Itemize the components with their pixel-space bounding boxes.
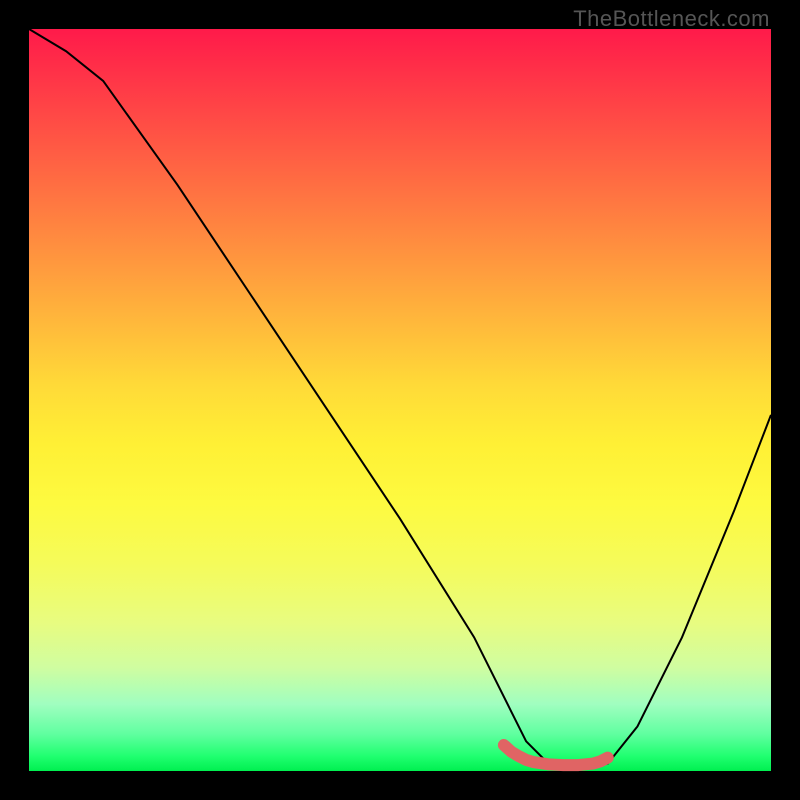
- curves-svg: [29, 29, 771, 771]
- bottleneck-curve: [29, 29, 771, 767]
- chart-container: TheBottleneck.com: [0, 0, 800, 800]
- highlight-segment: [504, 745, 608, 765]
